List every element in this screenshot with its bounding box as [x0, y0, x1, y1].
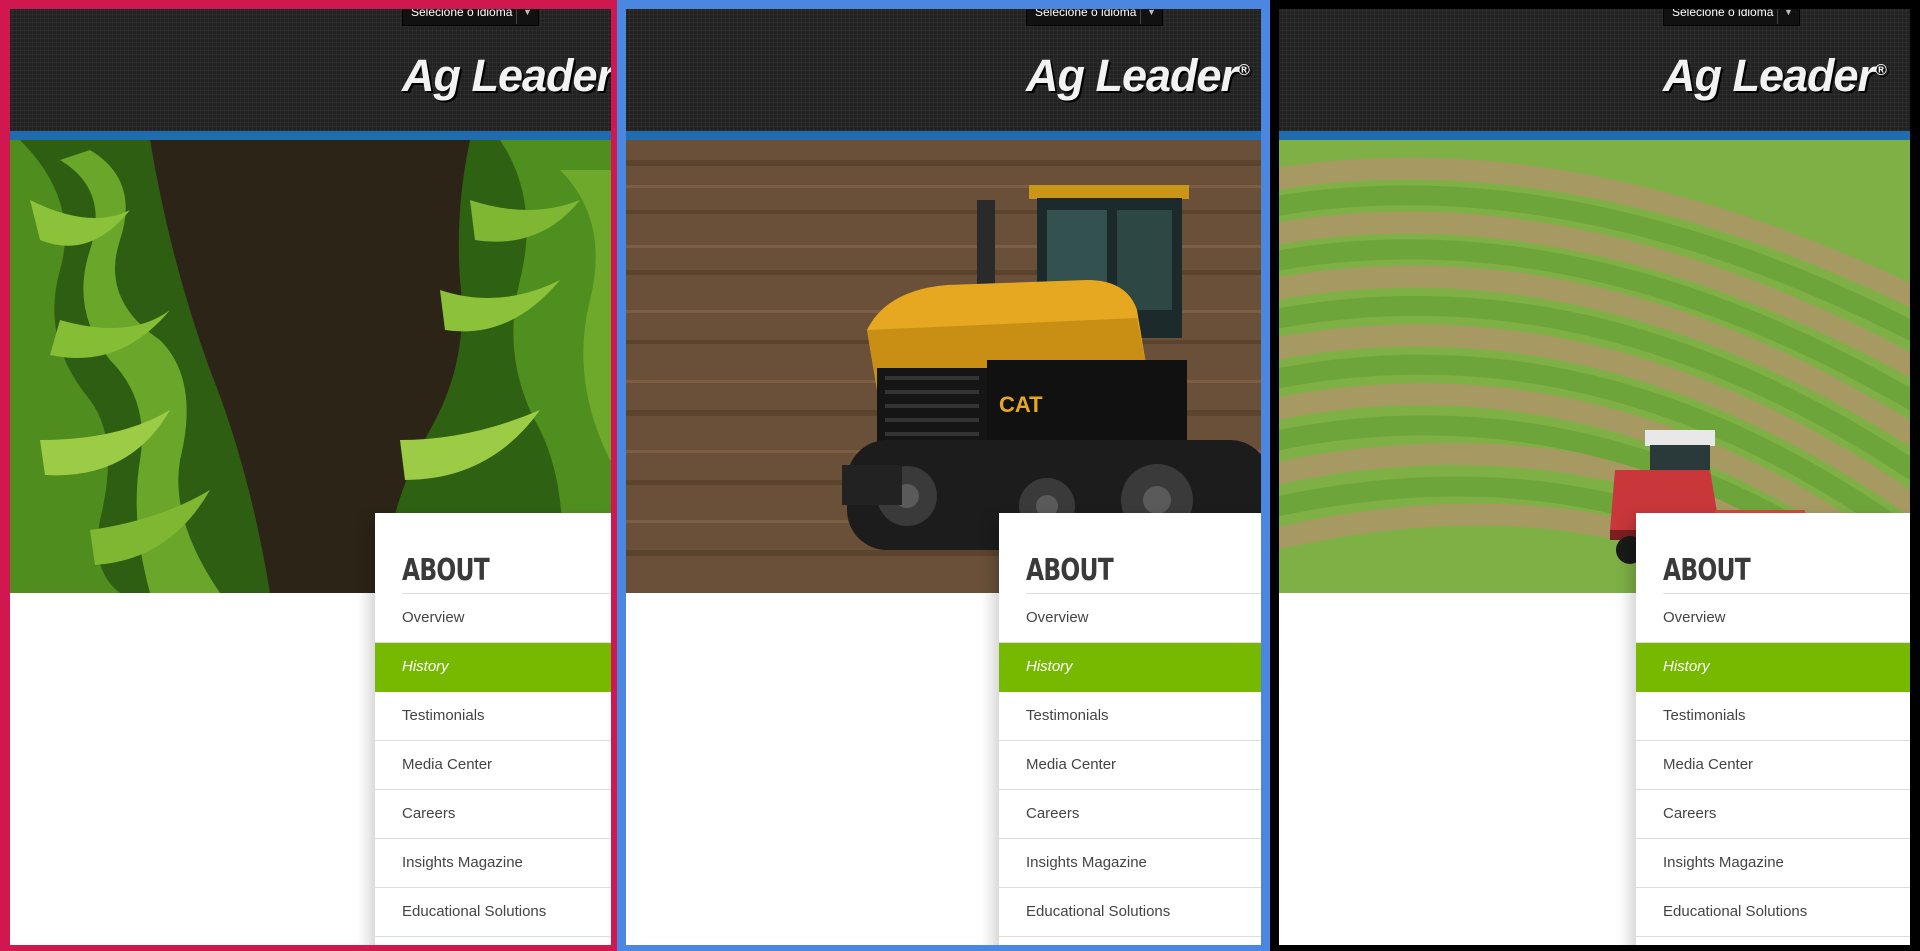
ag-leader-logo[interactable]: Ag Leader®	[1663, 50, 1887, 101]
site-header: Selecione o idioma ▼ Ag Leader®	[0, 0, 620, 140]
nav-item-insights-magazine[interactable]: Insights Magazine	[999, 839, 1270, 888]
nav-item-testimonials[interactable]: Testimonials	[999, 692, 1270, 741]
nav-item-overview[interactable]: Overview	[375, 594, 620, 643]
nav-item-history[interactable]: History	[1636, 643, 1910, 692]
nav-list: Overview History Testimonials Media Cent…	[375, 593, 620, 937]
ag-leader-logo[interactable]: Ag Leader®	[402, 50, 620, 101]
logo-text: Ag Leader	[402, 50, 614, 101]
chevron-down-icon: ▼	[1140, 0, 1162, 24]
about-side-nav: ABOUT Overview History Testimonials Medi…	[375, 513, 620, 951]
nav-item-insights-magazine[interactable]: Insights Magazine	[1636, 839, 1910, 888]
nav-item-careers[interactable]: Careers	[1636, 790, 1910, 839]
nav-item-media-center[interactable]: Media Center	[1636, 741, 1910, 790]
nav-item-insights-magazine[interactable]: Insights Magazine	[375, 839, 620, 888]
logo-text: Ag Leader	[1026, 50, 1238, 101]
nav-item-media-center[interactable]: Media Center	[999, 741, 1270, 790]
chevron-down-icon: ▼	[516, 0, 538, 24]
nav-item-testimonials[interactable]: Testimonials	[375, 692, 620, 741]
nav-item-educational-solutions[interactable]: Educational Solutions	[375, 888, 620, 937]
language-select[interactable]: Selecione o idioma ▼	[402, 0, 539, 26]
panel-3: Selecione o idioma ▼ Ag Leader® ABOUT Ov…	[1270, 0, 1920, 951]
nav-title: ABOUT	[402, 553, 490, 588]
site-header: Selecione o idioma ▼ Ag Leader®	[617, 0, 1270, 140]
registered-mark: ®	[1875, 62, 1887, 79]
panel-1: Selecione o idioma ▼ Ag Leader®	[0, 0, 620, 951]
nav-item-overview[interactable]: Overview	[999, 594, 1270, 643]
nav-title: ABOUT	[1026, 553, 1114, 588]
nav-title: ABOUT	[1663, 553, 1751, 588]
registered-mark: ®	[1238, 62, 1250, 79]
language-select-label: Selecione o idioma	[1035, 5, 1137, 19]
logo-text: Ag Leader	[1663, 50, 1875, 101]
chevron-down-icon: ▼	[1777, 0, 1799, 24]
language-select[interactable]: Selecione o idioma ▼	[1663, 0, 1800, 26]
ag-leader-logo[interactable]: Ag Leader®	[1026, 50, 1250, 101]
site-header: Selecione o idioma ▼ Ag Leader®	[1270, 0, 1920, 140]
about-side-nav: ABOUT Overview History Testimonials Medi…	[999, 513, 1270, 951]
language-select[interactable]: Selecione o idioma ▼	[1026, 0, 1163, 26]
nav-item-overview[interactable]: Overview	[1636, 594, 1910, 643]
nav-item-educational-solutions[interactable]: Educational Solutions	[999, 888, 1270, 937]
svg-text:CAT: CAT	[999, 392, 1043, 417]
nav-item-testimonials[interactable]: Testimonials	[1636, 692, 1910, 741]
nav-list: Overview History Testimonials Media Cent…	[1636, 593, 1910, 937]
nav-item-careers[interactable]: Careers	[999, 790, 1270, 839]
nav-item-history[interactable]: History	[999, 643, 1270, 692]
language-select-label: Selecione o idioma	[1672, 5, 1774, 19]
nav-item-media-center[interactable]: Media Center	[375, 741, 620, 790]
panel-2: Selecione o idioma ▼ Ag Leader® CAT ABOU…	[617, 0, 1270, 951]
nav-item-history[interactable]: History	[375, 643, 620, 692]
language-select-label: Selecione o idioma	[411, 5, 513, 19]
nav-list: Overview History Testimonials Media Cent…	[999, 593, 1270, 937]
nav-item-careers[interactable]: Careers	[375, 790, 620, 839]
nav-item-educational-solutions[interactable]: Educational Solutions	[1636, 888, 1910, 937]
about-side-nav: ABOUT Overview History Testimonials Medi…	[1636, 513, 1910, 951]
